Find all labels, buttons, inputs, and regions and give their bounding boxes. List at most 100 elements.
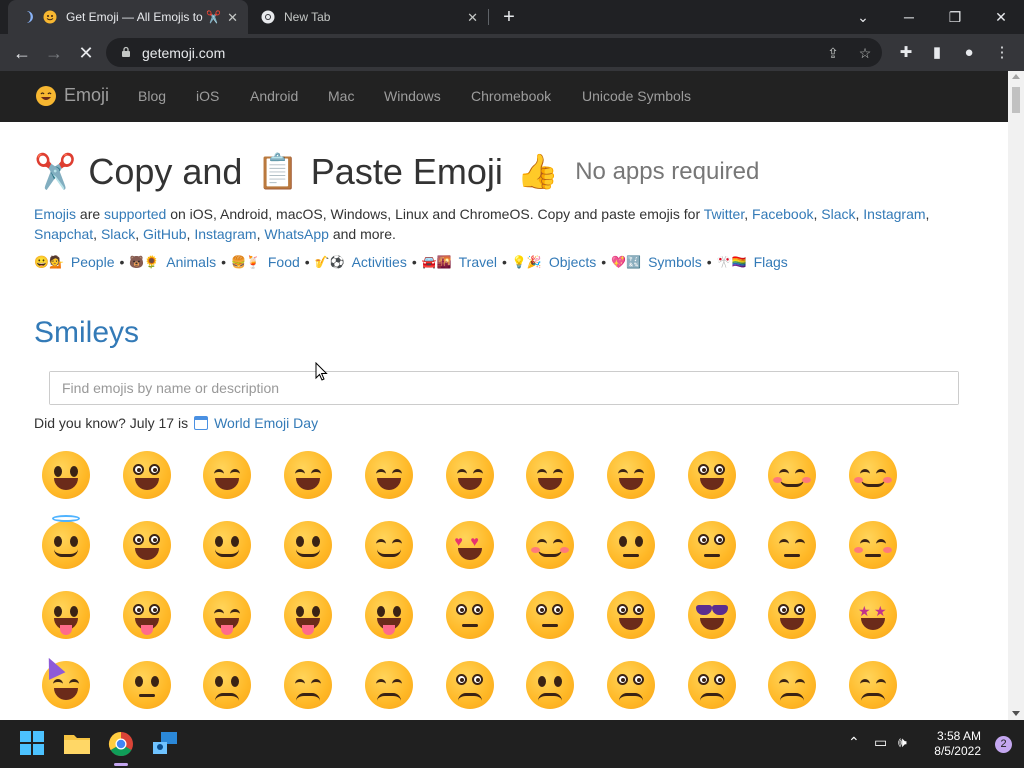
innocent-emoji[interactable]: [40, 515, 94, 573]
tab-new-tab[interactable]: New Tab ✕: [252, 0, 488, 34]
scroll-up-arrow-icon[interactable]: [1012, 74, 1020, 79]
disguised-emoji[interactable]: [766, 589, 820, 643]
kissing-smiling-emoji[interactable]: [766, 519, 820, 573]
extensions-puzzle-icon[interactable]: ✚: [896, 43, 916, 63]
category-objects[interactable]: Objects: [549, 254, 596, 270]
tongue-emoji[interactable]: [121, 589, 175, 643]
restore-button[interactable]: ❐: [932, 0, 978, 34]
smiley-emoji[interactable]: [121, 449, 175, 503]
star-struck-emoji[interactable]: ★ ★: [847, 589, 901, 643]
confused-emoji[interactable]: [524, 659, 578, 713]
kissing-emoji[interactable]: [686, 519, 740, 573]
wink-tongue-emoji[interactable]: [282, 589, 336, 643]
relieved-emoji[interactable]: [363, 519, 417, 573]
new-tab-button[interactable]: +: [498, 6, 520, 28]
link-slack[interactable]: Slack: [101, 226, 135, 242]
stop-loading-icon[interactable]: ✕: [72, 39, 100, 67]
category-activities[interactable]: Activities: [352, 254, 407, 270]
tear-smile-emoji[interactable]: [686, 449, 740, 503]
link-instagram[interactable]: Instagram: [863, 206, 925, 222]
remote-desktop-icon[interactable]: [151, 730, 179, 758]
category-people[interactable]: People: [71, 254, 115, 270]
system-clock[interactable]: 3:58 AM 8/5/2022: [934, 729, 981, 759]
minimize-button[interactable]: ─: [886, 0, 932, 34]
nav-blog[interactable]: Blog: [138, 88, 166, 104]
search-button[interactable]: [921, 372, 958, 404]
frowning-emoji[interactable]: [686, 659, 740, 713]
link-slack[interactable]: Slack: [821, 206, 855, 222]
tab-get-emoji[interactable]: ❩ Get Emoji — All Emojis to ✂️ ✕: [8, 0, 248, 34]
nerd-emoji[interactable]: [605, 589, 659, 643]
forward-arrow-icon[interactable]: →: [40, 39, 68, 67]
wink-emoji[interactable]: [282, 519, 336, 573]
yum-emoji[interactable]: [40, 589, 94, 643]
kissing-closed-emoji[interactable]: [847, 519, 901, 573]
link-facebook[interactable]: Facebook: [752, 206, 813, 222]
close-window-button[interactable]: ✕: [978, 0, 1024, 34]
back-arrow-icon[interactable]: ←: [8, 39, 36, 67]
monocle-emoji[interactable]: [524, 589, 578, 643]
smiling-hearts-emoji[interactable]: [524, 519, 578, 573]
raised-brow-emoji[interactable]: [444, 589, 498, 643]
category-food[interactable]: Food: [268, 254, 300, 270]
partying-emoji[interactable]: [40, 654, 94, 713]
category-symbols[interactable]: Symbols: [648, 254, 702, 270]
slight-smile-emoji[interactable]: [121, 519, 175, 573]
search-input[interactable]: [50, 372, 922, 404]
slight-frown-emoji[interactable]: [605, 659, 659, 713]
scrollbar-thumb[interactable]: [1012, 87, 1020, 113]
profile-avatar-icon[interactable]: ●: [959, 43, 979, 63]
close-tab-icon[interactable]: ✕: [227, 10, 238, 26]
show-hidden-icons-chevron-icon[interactable]: ⌃: [848, 734, 860, 751]
brand-link[interactable]: Emoji: [36, 85, 109, 106]
smile-emoji[interactable]: [201, 449, 255, 503]
relaxed-emoji[interactable]: [766, 449, 820, 503]
link-instagram[interactable]: Instagram: [194, 226, 256, 242]
confounded-emoji[interactable]: [847, 659, 901, 713]
volume-icon[interactable]: 🕪: [898, 734, 907, 751]
nav-ios[interactable]: iOS: [196, 88, 219, 104]
close-tab-icon[interactable]: ✕: [467, 10, 478, 26]
category-animals[interactable]: Animals: [166, 254, 216, 270]
link-emojis[interactable]: Emojis: [34, 206, 76, 222]
heart-eyes-emoji[interactable]: ♥ ♥: [444, 519, 498, 573]
link-github[interactable]: GitHub: [143, 226, 187, 242]
link-snapchat[interactable]: Snapchat: [34, 226, 93, 242]
zany-emoji[interactable]: [363, 589, 417, 643]
nav-windows[interactable]: Windows: [384, 88, 441, 104]
link-twitter[interactable]: Twitter: [704, 206, 744, 222]
file-explorer-icon[interactable]: [63, 730, 91, 758]
persevere-emoji[interactable]: [766, 659, 820, 713]
bookmark-star-icon[interactable]: ☆: [856, 44, 874, 62]
disappointed-emoji[interactable]: [282, 659, 336, 713]
category-travel[interactable]: Travel: [459, 254, 497, 270]
sweat-smile-emoji[interactable]: [444, 449, 498, 503]
page-scrollbar[interactable]: [1008, 71, 1024, 720]
smirk-emoji[interactable]: [121, 659, 175, 713]
kissing-heart-emoji[interactable]: [605, 519, 659, 573]
nav-chromebook[interactable]: Chromebook: [471, 88, 551, 104]
nav-android[interactable]: Android: [250, 88, 298, 104]
category-flags[interactable]: Flags: [754, 254, 788, 270]
upside-down-emoji[interactable]: [201, 519, 255, 573]
worried-emoji[interactable]: [444, 659, 498, 713]
tab-search-chevron-icon[interactable]: ⌄: [840, 0, 886, 34]
share-icon[interactable]: ⇪: [824, 44, 842, 62]
scroll-down-arrow-icon[interactable]: [1012, 711, 1020, 716]
grinning-emoji[interactable]: [40, 449, 94, 503]
nav-unicode-symbols[interactable]: Unicode Symbols: [582, 88, 691, 104]
world-emoji-day-link[interactable]: World Emoji Day: [214, 415, 318, 431]
rofl-emoji[interactable]: [605, 449, 659, 503]
grin-emoji[interactable]: [282, 449, 336, 503]
chrome-taskbar-icon[interactable]: [107, 730, 135, 766]
menu-kebab-icon[interactable]: ⋮: [992, 43, 1012, 63]
squint-tongue-emoji[interactable]: [201, 589, 255, 643]
notification-badge[interactable]: 2: [995, 736, 1012, 753]
sunglasses-emoji[interactable]: [686, 589, 740, 643]
nav-mac[interactable]: Mac: [328, 88, 354, 104]
joy-emoji[interactable]: [524, 449, 578, 503]
windows-start-icon[interactable]: [19, 730, 47, 758]
side-panel-icon[interactable]: ▮: [927, 43, 947, 63]
laughing-emoji[interactable]: [363, 449, 417, 503]
pensive-emoji[interactable]: [363, 659, 417, 713]
